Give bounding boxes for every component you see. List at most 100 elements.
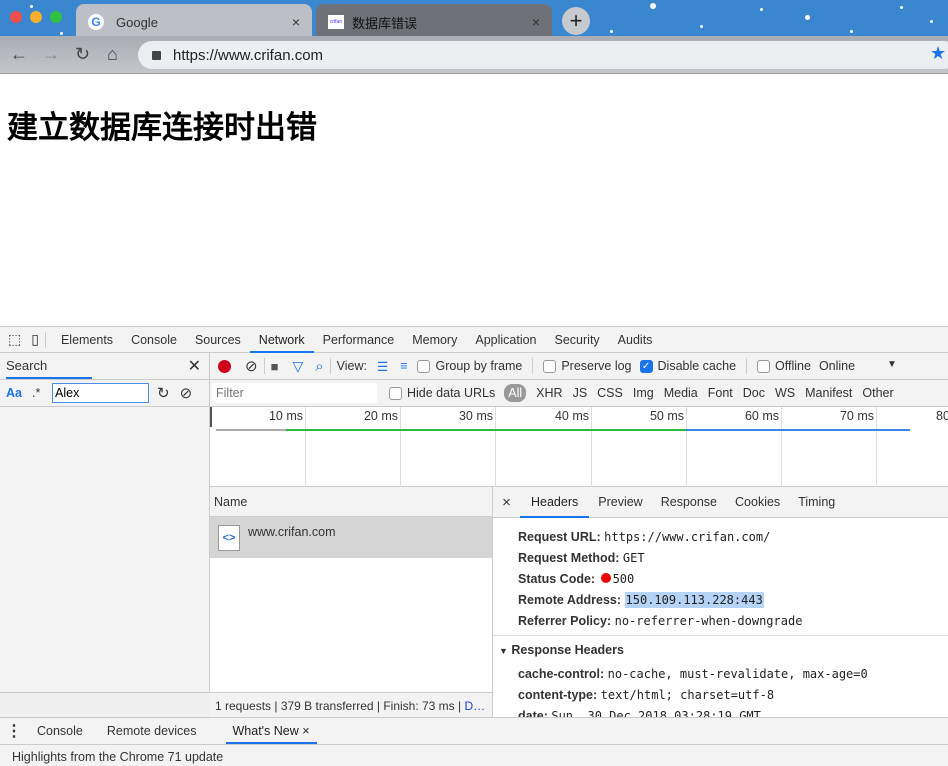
tab-headers[interactable]: Headers bbox=[520, 487, 590, 518]
time-tick: 60 ms bbox=[745, 407, 782, 487]
device-toolbar-icon[interactable]: ▯ bbox=[31, 331, 39, 348]
tab-preview[interactable]: Preview bbox=[589, 489, 651, 515]
left-status-strip bbox=[0, 692, 210, 717]
timeline-overview[interactable]: 10 ms 20 ms 30 ms 40 ms 50 ms 60 ms 70 m… bbox=[210, 407, 948, 487]
tab-response[interactable]: Response bbox=[652, 489, 726, 515]
browser-tab-active[interactable]: crifan 数据库错误 × bbox=[316, 4, 552, 40]
type-filter-ws[interactable]: WS bbox=[775, 386, 795, 400]
header-row: Request Method: GET bbox=[518, 551, 645, 565]
address-bar[interactable]: https://www.crifan.com bbox=[138, 41, 948, 69]
filter-bar: Hide data URLs All XHR JS CSS Img Media … bbox=[210, 380, 948, 407]
page-heading: 建立数据库连接时出错 bbox=[7, 110, 317, 146]
type-filter-manifest[interactable]: Manifest bbox=[805, 386, 852, 400]
panel-audits[interactable]: Audits bbox=[609, 327, 662, 353]
close-tab-icon[interactable]: × bbox=[292, 14, 300, 30]
request-name: www.crifan.com bbox=[248, 525, 336, 539]
type-filter-all[interactable]: All bbox=[504, 384, 527, 402]
type-filter-css[interactable]: CSS bbox=[597, 386, 623, 400]
name-column-header[interactable]: Name bbox=[210, 487, 492, 517]
hide-data-urls-checkbox[interactable]: Hide data URLs bbox=[389, 386, 495, 400]
search-icon[interactable]: ⌕ bbox=[315, 358, 323, 375]
tab-cookies[interactable]: Cookies bbox=[726, 489, 789, 515]
throttling-select[interactable]: Online ▼ bbox=[819, 359, 897, 373]
header-row: Request URL: https://www.crifan.com/ bbox=[518, 530, 771, 544]
browser-tab-google[interactable]: G Google × bbox=[76, 4, 312, 40]
type-filter-other[interactable]: Other bbox=[862, 386, 893, 400]
request-row[interactable]: <> www.crifan.com bbox=[210, 517, 492, 558]
close-window-button[interactable] bbox=[10, 11, 22, 23]
back-icon[interactable]: ← bbox=[10, 44, 28, 65]
offline-checkbox[interactable]: Offline bbox=[757, 359, 811, 373]
tab-strip: G Google × crifan 数据库错误 × + bbox=[0, 0, 948, 40]
record-button[interactable] bbox=[218, 359, 231, 373]
type-filter-doc[interactable]: Doc bbox=[743, 386, 765, 400]
tab-title: 数据库错误 bbox=[352, 15, 418, 31]
panel-console[interactable]: Console bbox=[122, 327, 186, 353]
new-tab-button[interactable]: + bbox=[562, 7, 590, 35]
reload-icon[interactable]: ↻ bbox=[75, 44, 90, 65]
drawer-tabs: ⋮ Console Remote devices What's New × bbox=[0, 717, 948, 745]
time-tick: 20 ms bbox=[364, 407, 401, 487]
triangle-down-icon: ▼ bbox=[499, 646, 508, 656]
drawer-tab-whats-new[interactable]: What's New × bbox=[225, 718, 317, 744]
type-filter-font[interactable]: Font bbox=[708, 386, 733, 400]
header-row: date: Sun, 30 Dec 2018 03:28:19 GMT bbox=[518, 709, 761, 717]
type-filter-xhr[interactable]: XHR bbox=[536, 386, 562, 400]
panel-performance[interactable]: Performance bbox=[314, 327, 404, 353]
chevron-down-icon: ▼ bbox=[887, 359, 897, 370]
close-search-icon[interactable]: ✕ bbox=[188, 356, 201, 376]
close-tab-icon[interactable]: × bbox=[532, 14, 540, 30]
panel-security[interactable]: Security bbox=[546, 327, 609, 353]
time-tick: 50 ms bbox=[650, 407, 687, 487]
maximize-window-button[interactable] bbox=[50, 11, 62, 23]
tab-timing[interactable]: Timing bbox=[789, 489, 844, 515]
search-input[interactable] bbox=[52, 383, 149, 403]
panel-network[interactable]: Network bbox=[249, 327, 314, 353]
filter-icon[interactable]: ▽ bbox=[292, 358, 303, 375]
lock-icon bbox=[152, 50, 161, 60]
type-filter-media[interactable]: Media bbox=[664, 386, 698, 400]
close-details-icon[interactable]: × bbox=[493, 494, 520, 511]
regex-button[interactable]: .* bbox=[32, 386, 52, 400]
refresh-icon[interactable]: ↻ bbox=[157, 384, 170, 402]
preserve-log-checkbox[interactable]: Preserve log bbox=[543, 359, 632, 373]
forward-icon[interactable]: → bbox=[42, 44, 60, 65]
browser-toolbar: ← → ↻ ⌂ https://www.crifan.com ★ bbox=[0, 36, 948, 74]
waterfall-bar-download bbox=[686, 429, 910, 431]
panel-sources[interactable]: Sources bbox=[186, 327, 250, 353]
type-filter-js[interactable]: JS bbox=[573, 386, 588, 400]
disable-cache-checkbox[interactable]: ✓ Disable cache bbox=[639, 359, 736, 373]
screenshot-camera-icon[interactable]: ■ bbox=[271, 359, 279, 374]
type-filter-img[interactable]: Img bbox=[633, 386, 654, 400]
header-row: cache-control: no-cache, must-revalidate… bbox=[518, 667, 868, 681]
status-red-dot-icon bbox=[600, 573, 611, 583]
home-icon[interactable]: ⌂ bbox=[107, 44, 118, 65]
panel-memory[interactable]: Memory bbox=[403, 327, 466, 353]
clear-icon[interactable]: ⊘ bbox=[180, 384, 193, 402]
close-tab-icon[interactable]: × bbox=[302, 724, 309, 738]
more-options-icon[interactable]: ⋮ bbox=[0, 721, 28, 741]
response-headers-toggle[interactable]: ▼ Response Headers bbox=[499, 643, 624, 657]
clear-icon[interactable]: ⊘ bbox=[245, 357, 258, 375]
dom-content-loaded-link[interactable]: D… bbox=[464, 699, 485, 713]
inspect-element-icon[interactable]: ⬚ bbox=[8, 331, 21, 348]
filter-input[interactable] bbox=[212, 383, 377, 403]
drawer-tab-console[interactable]: Console bbox=[28, 718, 92, 744]
url-text: https://www.crifan.com bbox=[173, 46, 324, 64]
waterfall-bar-waiting bbox=[286, 429, 686, 431]
large-rows-icon[interactable]: ☰ bbox=[377, 359, 388, 374]
time-tick: 70 ms bbox=[840, 407, 877, 487]
bookmark-star-icon[interactable]: ★ bbox=[930, 43, 946, 64]
waterfall-overview-icon[interactable]: ≡ bbox=[400, 359, 407, 373]
search-title: Search bbox=[6, 353, 93, 379]
header-row: Remote Address: 150.109.113.228:443 bbox=[518, 592, 764, 608]
drawer-tab-remote-devices[interactable]: Remote devices bbox=[98, 718, 206, 744]
minimize-window-button[interactable] bbox=[30, 11, 42, 23]
network-toolbar: ⊘ ■ ▽ ⌕ View: ☰ ≡ Group by frame Preserv… bbox=[210, 353, 948, 380]
match-case-button[interactable]: Aa bbox=[6, 386, 32, 400]
panel-application[interactable]: Application bbox=[466, 327, 545, 353]
group-by-frame-checkbox[interactable]: Group by frame bbox=[417, 359, 522, 373]
panel-elements[interactable]: Elements bbox=[52, 327, 122, 353]
request-list: Name <> www.crifan.com 1 requests | 379 … bbox=[210, 487, 493, 717]
remote-address-selected[interactable]: 150.109.113.228:443 bbox=[624, 592, 764, 608]
